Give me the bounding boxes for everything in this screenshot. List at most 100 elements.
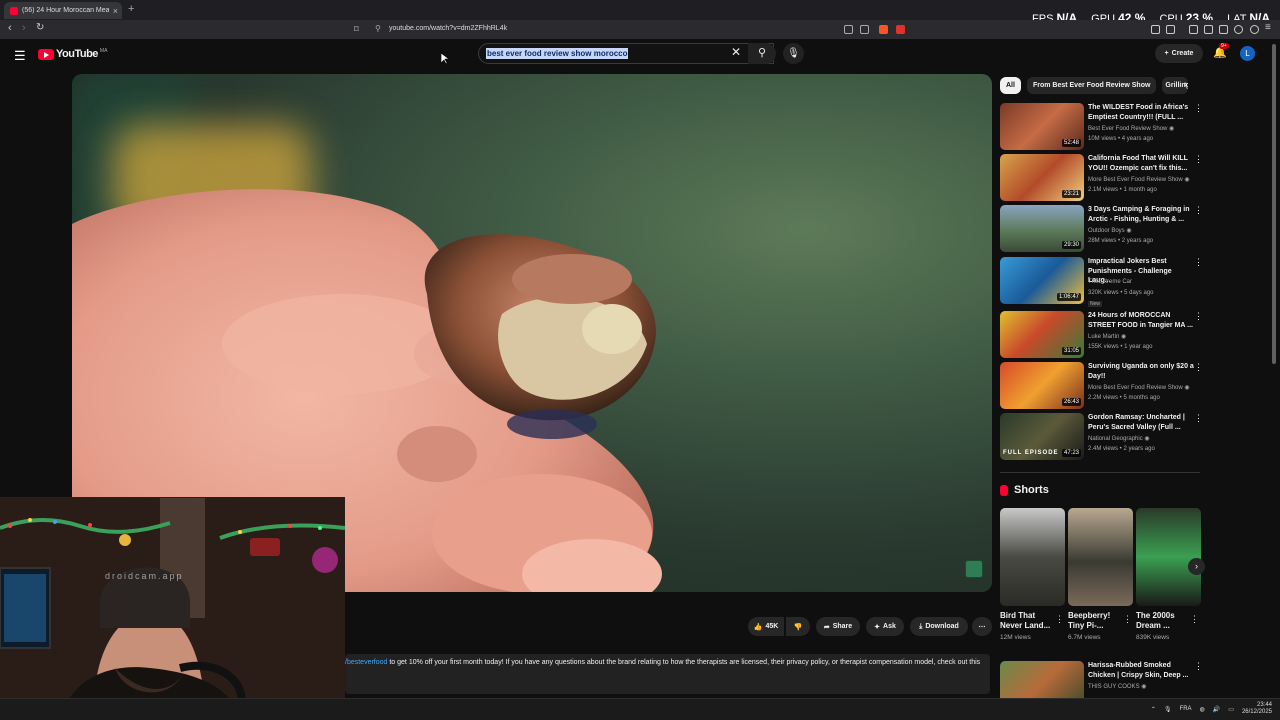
channel-watermark-icon[interactable] bbox=[965, 560, 983, 578]
more-vertical-icon[interactable]: ⋮ bbox=[1194, 257, 1203, 268]
dislike-button[interactable]: 👎 bbox=[786, 617, 810, 636]
video-title[interactable]: The WILDEST Food in Africa's Emptiest Co… bbox=[1088, 103, 1196, 122]
avatar[interactable]: L bbox=[1240, 46, 1255, 61]
video-title[interactable]: Surviving Uganda on only $20 a Day!! bbox=[1088, 362, 1196, 381]
short-title[interactable]: Bird That Never Land... bbox=[1000, 611, 1056, 631]
search-button[interactable]: ⚲ bbox=[748, 43, 776, 64]
video-description[interactable]: /besteverfood to get 10% off your first … bbox=[345, 654, 990, 694]
channel-name[interactable]: Best Ever Food Review Show ◉ bbox=[1088, 125, 1174, 132]
download-button[interactable]: ⤓ Download bbox=[910, 617, 968, 636]
list-item[interactable]: 31:05 24 Hours of MOROCCAN STREET FOOD i… bbox=[1000, 311, 1205, 361]
channel-name[interactable]: More Best Ever Food Review Show ◉ bbox=[1088, 384, 1190, 391]
chevron-right-icon[interactable]: › bbox=[1184, 79, 1187, 90]
list-item[interactable]: FULL EPISODE 47:23 Gordon Ramsay: Unchar… bbox=[1000, 413, 1205, 463]
video-title[interactable]: California Food That Will KILL YOU!! Oze… bbox=[1088, 154, 1196, 173]
more-vertical-icon[interactable]: ⋮ bbox=[1194, 103, 1203, 114]
share-page-icon[interactable] bbox=[860, 25, 869, 34]
media-icon[interactable] bbox=[1189, 25, 1198, 34]
new-tab-button[interactable]: + bbox=[128, 3, 134, 15]
voice-search-mic-icon[interactable]: 🎙 bbox=[783, 43, 804, 64]
short-title[interactable]: The 2000s Dream ... bbox=[1136, 611, 1192, 631]
short-thumbnail[interactable] bbox=[1000, 508, 1065, 606]
list-item[interactable]: 26:43 Surviving Uganda on only $20 a Day… bbox=[1000, 362, 1205, 412]
more-vertical-icon[interactable]: ⋮ bbox=[1194, 154, 1203, 165]
page-scrollbar[interactable] bbox=[1272, 44, 1276, 364]
channel-name[interactable]: TheExtreme Car bbox=[1088, 279, 1132, 285]
shorts-next-chevron-icon[interactable]: › bbox=[1188, 558, 1205, 575]
channel-name[interactable]: More Best Ever Food Review Show ◉ bbox=[1088, 176, 1190, 183]
microphone-icon[interactable]: 🎙 bbox=[1164, 706, 1172, 713]
video-meta: 2.2M views • 5 months ago bbox=[1088, 395, 1160, 401]
battery-icon[interactable]: ▭ bbox=[1228, 706, 1234, 713]
sidebar-icon[interactable] bbox=[1204, 25, 1213, 34]
share-button[interactable]: ➦ Share bbox=[816, 617, 860, 636]
video-thumbnail[interactable]: 23:21 bbox=[1000, 154, 1084, 201]
list-item[interactable]: 29:30 3 Days Camping & Foraging in Arcti… bbox=[1000, 205, 1205, 255]
clock[interactable]: 23:44 26/12/2025 bbox=[1242, 702, 1272, 716]
brave-rewards-icon[interactable] bbox=[896, 25, 905, 34]
network-icon[interactable]: ◍ bbox=[1200, 706, 1205, 713]
video-thumbnail[interactable]: FULL EPISODE 47:23 bbox=[1000, 413, 1084, 460]
channel-name[interactable]: National Geographic ◉ bbox=[1088, 435, 1150, 442]
tab-search-icon[interactable] bbox=[1219, 25, 1228, 34]
video-title[interactable]: Harissa-Rubbed Smoked Chicken | Crispy S… bbox=[1088, 661, 1196, 680]
search-input[interactable]: best ever food review show morocco bbox=[478, 43, 774, 64]
browser-tab[interactable]: (56) 24 Hour Moroccan Mea × bbox=[4, 2, 122, 19]
cast-icon[interactable] bbox=[844, 25, 853, 34]
clear-search-icon[interactable]: ✕ bbox=[731, 45, 741, 59]
more-vertical-icon[interactable]: ⋮ bbox=[1123, 614, 1132, 625]
chevron-up-icon[interactable]: ⌃ bbox=[1151, 706, 1156, 713]
video-title[interactable]: 3 Days Camping & Foraging in Arctic - Fi… bbox=[1088, 205, 1196, 224]
video-thumbnail[interactable]: 31:05 bbox=[1000, 311, 1084, 358]
create-button[interactable]: + Create bbox=[1155, 44, 1203, 63]
site-info-icon[interactable]: ⚲ bbox=[375, 24, 381, 33]
list-item[interactable]: 1:06:47 Impractical Jokers Best Punishme… bbox=[1000, 257, 1205, 307]
volume-icon[interactable]: 🔊 bbox=[1213, 706, 1220, 713]
back-icon[interactable]: ‹ bbox=[8, 22, 12, 34]
more-actions-button[interactable]: ⋯ bbox=[972, 617, 992, 636]
channel-name[interactable]: THIS GUY COOKS ◉ bbox=[1088, 683, 1146, 690]
description-link[interactable]: /besteverfood bbox=[345, 659, 387, 666]
url-text[interactable]: youtube.com/watch?v=dm2ZFhhRL4k bbox=[389, 25, 507, 32]
extension-icon[interactable] bbox=[1166, 25, 1175, 34]
video-thumbnail[interactable]: 26:43 bbox=[1000, 362, 1084, 409]
extension-icon[interactable] bbox=[1151, 25, 1160, 34]
channel-name[interactable]: Luke Martin ◉ bbox=[1088, 333, 1126, 340]
close-tab-icon[interactable]: × bbox=[113, 6, 122, 16]
more-vertical-icon[interactable]: ⋮ bbox=[1194, 362, 1203, 373]
more-horizontal-icon: ⋯ bbox=[978, 623, 986, 631]
language-indicator[interactable]: FRA bbox=[1180, 706, 1192, 712]
brave-shield-icon[interactable] bbox=[879, 25, 888, 34]
video-thumbnail[interactable] bbox=[1000, 661, 1084, 698]
more-vertical-icon[interactable]: ⋮ bbox=[1190, 614, 1199, 625]
vpn-icon[interactable] bbox=[1250, 25, 1259, 34]
profile-icon[interactable] bbox=[1234, 25, 1243, 34]
like-button[interactable]: 👍 45K bbox=[748, 617, 784, 636]
forward-icon[interactable]: › bbox=[22, 22, 26, 34]
list-item[interactable]: Harissa-Rubbed Smoked Chicken | Crispy S… bbox=[1000, 661, 1205, 698]
video-thumbnail[interactable]: 1:06:47 bbox=[1000, 257, 1084, 304]
video-thumbnail[interactable]: 29:30 bbox=[1000, 205, 1084, 252]
menu-icon[interactable]: ≡ bbox=[1265, 22, 1271, 33]
reload-icon[interactable]: ↻ bbox=[36, 22, 44, 33]
more-vertical-icon[interactable]: ⋮ bbox=[1194, 661, 1203, 672]
chip-from-channel[interactable]: From Best Ever Food Review Show bbox=[1026, 77, 1157, 94]
youtube-logo[interactable]: YouTube MA bbox=[38, 48, 107, 60]
channel-name[interactable]: Outdoor Boys ◉ bbox=[1088, 227, 1132, 234]
bookmark-icon[interactable]: ⌑ bbox=[354, 24, 359, 35]
more-vertical-icon[interactable]: ⋮ bbox=[1194, 205, 1203, 216]
more-vertical-icon[interactable]: ⋮ bbox=[1055, 614, 1064, 625]
short-thumbnail[interactable] bbox=[1136, 508, 1201, 606]
video-thumbnail[interactable]: 52:48 bbox=[1000, 103, 1084, 150]
more-vertical-icon[interactable]: ⋮ bbox=[1194, 413, 1203, 424]
video-title[interactable]: Gordon Ramsay: Uncharted | Peru's Sacred… bbox=[1088, 413, 1196, 432]
more-vertical-icon[interactable]: ⋮ bbox=[1194, 311, 1203, 322]
list-item[interactable]: 23:21 California Food That Will KILL YOU… bbox=[1000, 154, 1205, 204]
short-thumbnail[interactable] bbox=[1068, 508, 1133, 606]
hamburger-menu-icon[interactable]: ☰ bbox=[14, 48, 26, 64]
ask-button[interactable]: ✦ Ask bbox=[866, 617, 904, 636]
short-title[interactable]: Beepberry! Tiny Pi-... bbox=[1068, 611, 1124, 631]
chip-all[interactable]: All bbox=[1000, 77, 1021, 94]
list-item[interactable]: 52:48 The WILDEST Food in Africa's Empti… bbox=[1000, 103, 1205, 153]
video-title[interactable]: 24 Hours of MOROCCAN STREET FOOD in Tang… bbox=[1088, 311, 1196, 330]
